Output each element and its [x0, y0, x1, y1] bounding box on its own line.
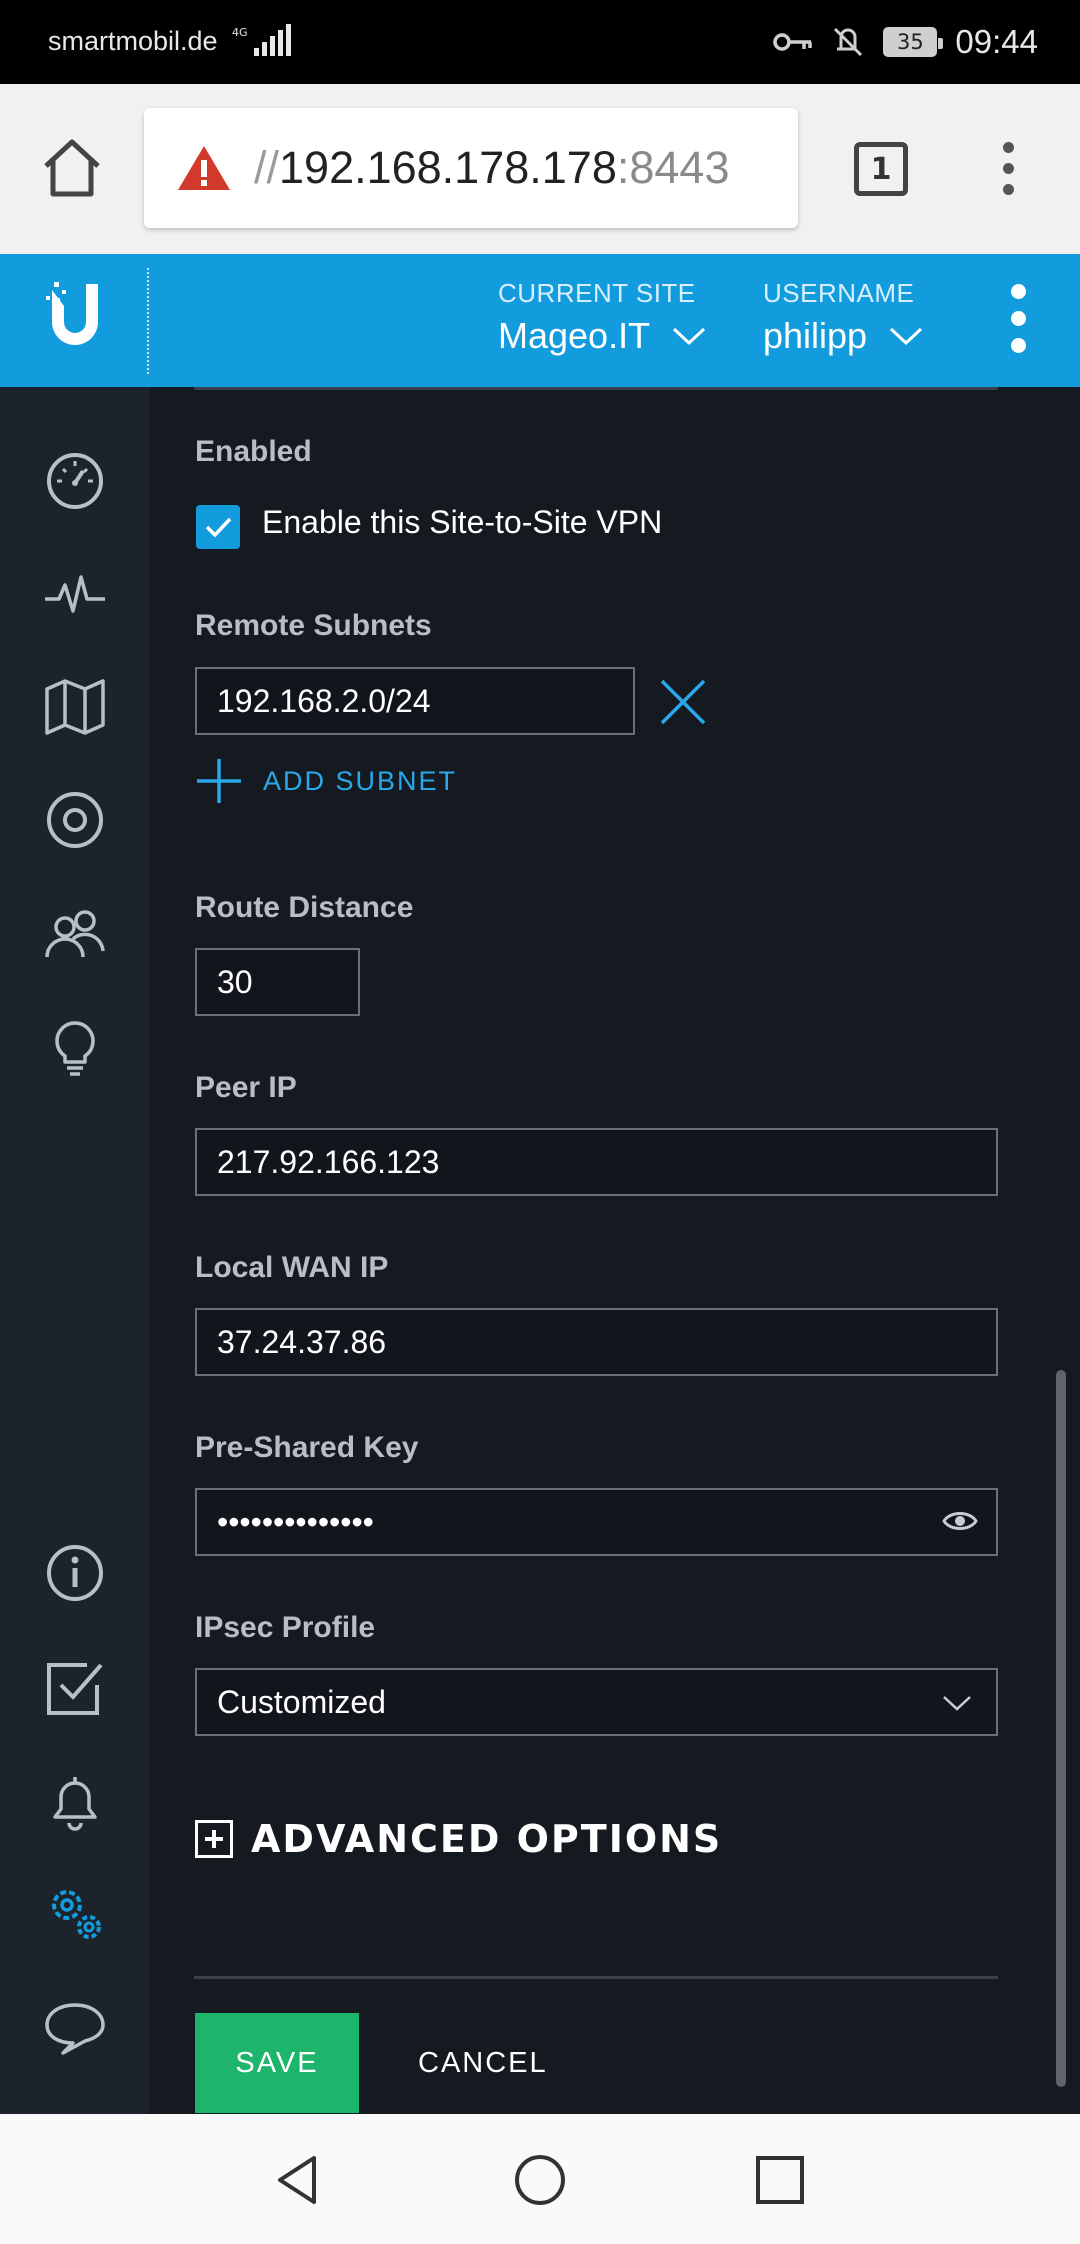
chevron-down-icon — [943, 1696, 971, 1711]
checkmark-icon — [205, 517, 232, 538]
username-selector[interactable]: USERNAME philipp — [763, 278, 923, 357]
chevron-down-icon — [890, 327, 923, 346]
battery-level: 35 — [897, 30, 924, 54]
system-navigation-bar — [0, 2114, 1080, 2244]
advanced-options-label: ADVANCED OPTIONS — [251, 1817, 723, 1861]
not-secure-warning-icon[interactable] — [176, 143, 232, 193]
bell-icon[interactable] — [43, 1769, 107, 1833]
back-icon[interactable] — [270, 2152, 326, 2208]
save-button[interactable]: SAVE — [195, 2013, 359, 2113]
tab-switcher-button[interactable]: 1 — [854, 142, 908, 196]
peer-ip-label: Peer IP — [195, 1071, 297, 1104]
current-site-selector[interactable]: CURRENT SITE Mageo.IT — [498, 278, 706, 357]
info-icon[interactable] — [43, 1541, 107, 1605]
peer-ip-input[interactable]: 217.92.166.123 — [195, 1128, 998, 1196]
ipsec-profile-select[interactable]: Customized — [195, 1668, 998, 1736]
cancel-button[interactable]: CANCEL — [418, 2013, 548, 2113]
plus-icon — [197, 759, 241, 803]
scrollbar[interactable] — [1056, 1370, 1066, 2087]
pre-shared-key-input[interactable]: •••••••••••••• — [195, 1488, 998, 1556]
address-bar[interactable]: //192.168.178.178:8443 — [144, 108, 798, 228]
browser-menu-icon[interactable] — [996, 142, 1020, 200]
users-icon[interactable] — [43, 901, 107, 965]
pre-shared-key-label: Pre-Shared Key — [195, 1431, 419, 1464]
route-distance-label: Route Distance — [195, 891, 414, 924]
signal-strength-icon: 4G — [232, 24, 291, 56]
lightbulb-icon[interactable] — [43, 1014, 107, 1078]
show-password-eye-icon[interactable] — [942, 1508, 978, 1534]
target-icon[interactable] — [43, 788, 107, 852]
add-subnet-label: ADD SUBNET — [263, 765, 458, 796]
dashboard-gauge-icon[interactable] — [43, 449, 107, 513]
advanced-options-toggle[interactable]: ADVANCED OPTIONS — [195, 1817, 722, 1861]
enable-vpn-checkbox[interactable] — [196, 505, 240, 549]
clock: 09:44 — [955, 23, 1038, 60]
chevron-down-icon — [673, 327, 706, 346]
route-distance-input[interactable]: 30 — [195, 948, 360, 1016]
app-header: CURRENT SITE Mageo.IT USERNAME philipp — [0, 254, 1080, 387]
section-divider — [194, 387, 998, 390]
home-icon[interactable] — [40, 136, 104, 200]
url-text[interactable]: //192.168.178.178:8443 — [254, 142, 729, 194]
add-subnet-button[interactable]: ADD SUBNET — [195, 757, 457, 805]
chat-bubble-icon[interactable] — [43, 1995, 107, 2059]
home-circle-icon[interactable] — [512, 2152, 568, 2208]
carrier-name: smartmobil.de — [48, 26, 218, 56]
section-divider — [194, 1976, 998, 1979]
gears-icon[interactable] — [43, 1881, 107, 1945]
enabled-label: Enabled — [195, 435, 312, 468]
remote-subnets-label: Remote Subnets — [195, 609, 432, 642]
local-wan-ip-input[interactable]: 37.24.37.86 — [195, 1308, 998, 1376]
ubiquiti-logo-icon[interactable] — [40, 276, 110, 356]
pulse-icon[interactable] — [43, 563, 107, 627]
header-menu-icon[interactable] — [1011, 284, 1031, 365]
remote-subnet-input[interactable]: 192.168.2.0/24 — [195, 667, 635, 735]
ipsec-profile-label: IPsec Profile — [195, 1611, 376, 1644]
username-value: philipp — [763, 315, 868, 356]
sidebar — [0, 387, 150, 2114]
vpn-key-icon — [773, 33, 813, 51]
map-icon[interactable] — [43, 675, 107, 739]
recents-square-icon[interactable] — [752, 2152, 808, 2208]
local-wan-ip-label: Local WAN IP — [195, 1251, 389, 1284]
expand-plus-icon — [195, 1820, 233, 1858]
vpn-settings-form: Enabled Enable this Site-to-Site VPN Rem… — [150, 387, 1080, 2114]
checkbox-icon[interactable] — [43, 1655, 107, 1719]
muted-icon — [834, 27, 863, 57]
network-type: 4G — [232, 26, 248, 39]
browser-toolbar: //192.168.178.178:8443 1 — [0, 84, 1080, 254]
header-divider — [147, 268, 149, 374]
enable-vpn-label[interactable]: Enable this Site-to-Site VPN — [262, 504, 662, 541]
remove-subnet-icon[interactable] — [658, 677, 708, 727]
status-bar: smartmobil.de 4G 35 09:44 — [0, 0, 1080, 84]
battery-icon: 35 — [883, 27, 944, 57]
username-label: USERNAME — [763, 278, 915, 308]
status-icons: 35 09:44 — [773, 20, 1038, 64]
current-site-label: CURRENT SITE — [498, 278, 696, 308]
current-site-value: Mageo.IT — [498, 315, 651, 356]
